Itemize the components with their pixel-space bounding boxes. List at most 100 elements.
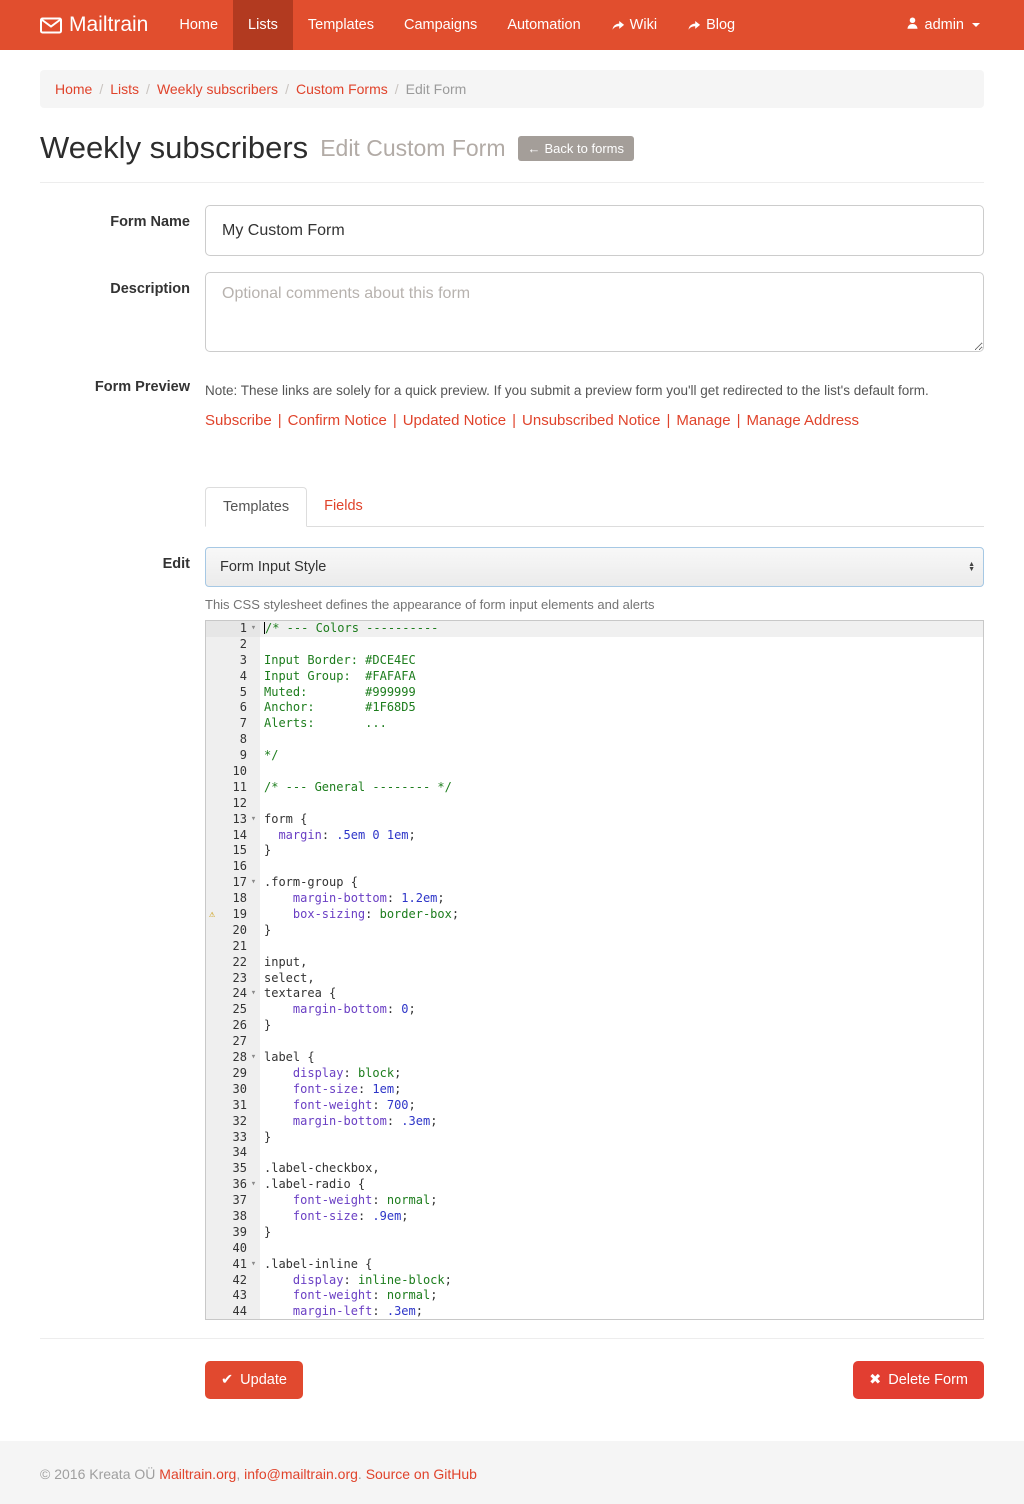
tab-fields[interactable]: Fields bbox=[307, 487, 380, 527]
editor-line[interactable]: 21 bbox=[206, 939, 983, 955]
editor-line[interactable]: ⚠19 box-sizing: border-box; bbox=[206, 907, 983, 923]
editor-line[interactable]: 35.label-checkbox, bbox=[206, 1161, 983, 1177]
editor-line[interactable]: 5Muted: #999999 bbox=[206, 685, 983, 701]
line-number: 32 bbox=[233, 1114, 247, 1130]
brand-logo[interactable]: Mailtrain bbox=[40, 0, 164, 50]
preview-link-manage[interactable]: Manage bbox=[676, 412, 730, 429]
editor-line[interactable]: 3Input Border: #DCE4EC bbox=[206, 653, 983, 669]
line-number: 12 bbox=[233, 796, 247, 812]
fold-arrow-icon[interactable]: ▾ bbox=[247, 1177, 260, 1193]
line-number: 1 bbox=[240, 621, 247, 637]
nav-item-home[interactable]: Home bbox=[164, 0, 233, 50]
editor-line[interactable]: 30 font-size: 1em; bbox=[206, 1082, 983, 1098]
editor-line[interactable]: 15} bbox=[206, 843, 983, 859]
editor-line[interactable]: 4Input Group: #FAFAFA bbox=[206, 669, 983, 685]
fold-arrow-icon[interactable]: ▾ bbox=[247, 986, 260, 1002]
nav-item-templates[interactable]: Templates bbox=[293, 0, 389, 50]
editor-line[interactable]: 43 font-weight: normal; bbox=[206, 1288, 983, 1304]
editor-line[interactable]: 44 margin-left: .3em; bbox=[206, 1304, 983, 1320]
preview-link-confirm-notice[interactable]: Confirm Notice bbox=[288, 412, 387, 429]
editor-line[interactable]: 29 display: block; bbox=[206, 1066, 983, 1082]
code-editor[interactable]: 1▾/* --- Colors ----------23Input Border… bbox=[205, 620, 984, 1320]
editor-line[interactable]: 23select, bbox=[206, 971, 983, 987]
code-token: ; bbox=[394, 1082, 401, 1096]
breadcrumb-link[interactable]: Custom Forms bbox=[296, 81, 388, 97]
editor-line[interactable]: 39} bbox=[206, 1225, 983, 1241]
editor-line[interactable]: 24▾textarea { bbox=[206, 986, 983, 1002]
editor-line[interactable]: 33} bbox=[206, 1130, 983, 1146]
editor-line[interactable]: 28▾label { bbox=[206, 1050, 983, 1066]
editor-line[interactable]: 37 font-weight: normal; bbox=[206, 1193, 983, 1209]
nav-item-automation[interactable]: Automation bbox=[492, 0, 595, 50]
update-button[interactable]: ✔Update bbox=[205, 1361, 303, 1399]
preview-link-unsubscribed-notice[interactable]: Unsubscribed Notice bbox=[522, 412, 660, 429]
editor-line[interactable]: 25 margin-bottom: 0; bbox=[206, 1002, 983, 1018]
editor-line[interactable]: 34 bbox=[206, 1145, 983, 1161]
nav-item-lists[interactable]: Lists bbox=[233, 0, 293, 50]
tab-templates[interactable]: Templates bbox=[205, 487, 307, 527]
code-token: } bbox=[264, 1225, 271, 1239]
fold-arrow-icon[interactable]: ▾ bbox=[247, 621, 260, 637]
nav-item-campaigns[interactable]: Campaigns bbox=[389, 0, 492, 50]
editor-line[interactable]: 41▾.label-inline { bbox=[206, 1257, 983, 1273]
editor-line[interactable]: 26} bbox=[206, 1018, 983, 1034]
code-token bbox=[264, 891, 293, 905]
editor-line[interactable]: 38 font-size: .9em; bbox=[206, 1209, 983, 1225]
fold-arrow-icon[interactable]: ▾ bbox=[247, 1257, 260, 1273]
user-menu[interactable]: admin bbox=[891, 0, 985, 50]
user-icon bbox=[906, 16, 919, 34]
editor-line[interactable]: 11/* --- General -------- */ bbox=[206, 780, 983, 796]
editor-line[interactable]: 20} bbox=[206, 923, 983, 939]
footer-link[interactable]: Source on GitHub bbox=[366, 1466, 477, 1482]
code-token: : bbox=[387, 891, 401, 905]
footer-link[interactable]: Mailtrain.org bbox=[159, 1466, 236, 1482]
editor-gutter-cell: 36▾ bbox=[206, 1177, 260, 1193]
gutter-spacer bbox=[247, 843, 260, 859]
editor-line[interactable]: 6Anchor: #1F68D5 bbox=[206, 700, 983, 716]
breadcrumb-link[interactable]: Weekly subscribers bbox=[157, 81, 278, 97]
form-name-input[interactable] bbox=[205, 205, 984, 256]
preview-link-manage-address[interactable]: Manage Address bbox=[746, 412, 859, 429]
editor-line[interactable]: 27 bbox=[206, 1034, 983, 1050]
link-separator: | bbox=[387, 412, 403, 429]
fold-arrow-icon[interactable]: ▾ bbox=[247, 812, 260, 828]
breadcrumb-link[interactable]: Home bbox=[55, 81, 92, 97]
editor-line[interactable]: 12 bbox=[206, 796, 983, 812]
breadcrumb-link[interactable]: Lists bbox=[110, 81, 139, 97]
editor-line[interactable]: 22input, bbox=[206, 955, 983, 971]
nav-menu: HomeListsTemplatesCampaignsAutomationWik… bbox=[164, 0, 750, 50]
editor-line[interactable]: 16 bbox=[206, 859, 983, 875]
editor-line[interactable]: 40 bbox=[206, 1241, 983, 1257]
nav-item-blog[interactable]: Blog bbox=[672, 0, 750, 50]
editor-line[interactable]: 7Alerts: ... bbox=[206, 716, 983, 732]
editor-line[interactable]: 8 bbox=[206, 732, 983, 748]
code-token: 0 bbox=[401, 1002, 408, 1016]
nav-item-wiki[interactable]: Wiki bbox=[596, 0, 672, 50]
code-token: */ bbox=[264, 748, 278, 762]
back-to-forms-button[interactable]: ←Back to forms bbox=[518, 136, 634, 161]
editor-line[interactable]: 18 margin-bottom: 1.2em; bbox=[206, 891, 983, 907]
template-select[interactable]: Form Input Style ▲▼ bbox=[205, 547, 984, 587]
editor-gutter-cell: ⚠19 bbox=[206, 907, 260, 923]
editor-line[interactable]: 42 display: inline-block; bbox=[206, 1273, 983, 1289]
delete-form-button[interactable]: ✖Delete Form bbox=[853, 1361, 984, 1399]
fold-arrow-icon[interactable]: ▾ bbox=[247, 875, 260, 891]
fold-arrow-icon[interactable]: ▾ bbox=[247, 1050, 260, 1066]
editor-line[interactable]: 9*/ bbox=[206, 748, 983, 764]
editor-line[interactable]: 17▾.form-group { bbox=[206, 875, 983, 891]
preview-link-subscribe[interactable]: Subscribe bbox=[205, 412, 272, 429]
editor-line[interactable]: 1▾/* --- Colors ---------- bbox=[206, 621, 983, 637]
code-token bbox=[264, 1273, 293, 1287]
code-token: display bbox=[293, 1066, 344, 1080]
description-textarea[interactable] bbox=[205, 272, 984, 352]
editor-line[interactable]: 10 bbox=[206, 764, 983, 780]
editor-line[interactable]: 13▾form { bbox=[206, 812, 983, 828]
editor-line[interactable]: 2 bbox=[206, 637, 983, 653]
editor-line[interactable]: 32 margin-bottom: .3em; bbox=[206, 1114, 983, 1130]
editor-line[interactable]: 31 font-weight: 700; bbox=[206, 1098, 983, 1114]
preview-link-updated-notice[interactable]: Updated Notice bbox=[403, 412, 506, 429]
editor-line[interactable]: 36▾.label-radio { bbox=[206, 1177, 983, 1193]
footer-link[interactable]: info@mailtrain.org bbox=[244, 1466, 358, 1482]
line-number: 30 bbox=[233, 1082, 247, 1098]
editor-line[interactable]: 14 margin: .5em 0 1em; bbox=[206, 828, 983, 844]
